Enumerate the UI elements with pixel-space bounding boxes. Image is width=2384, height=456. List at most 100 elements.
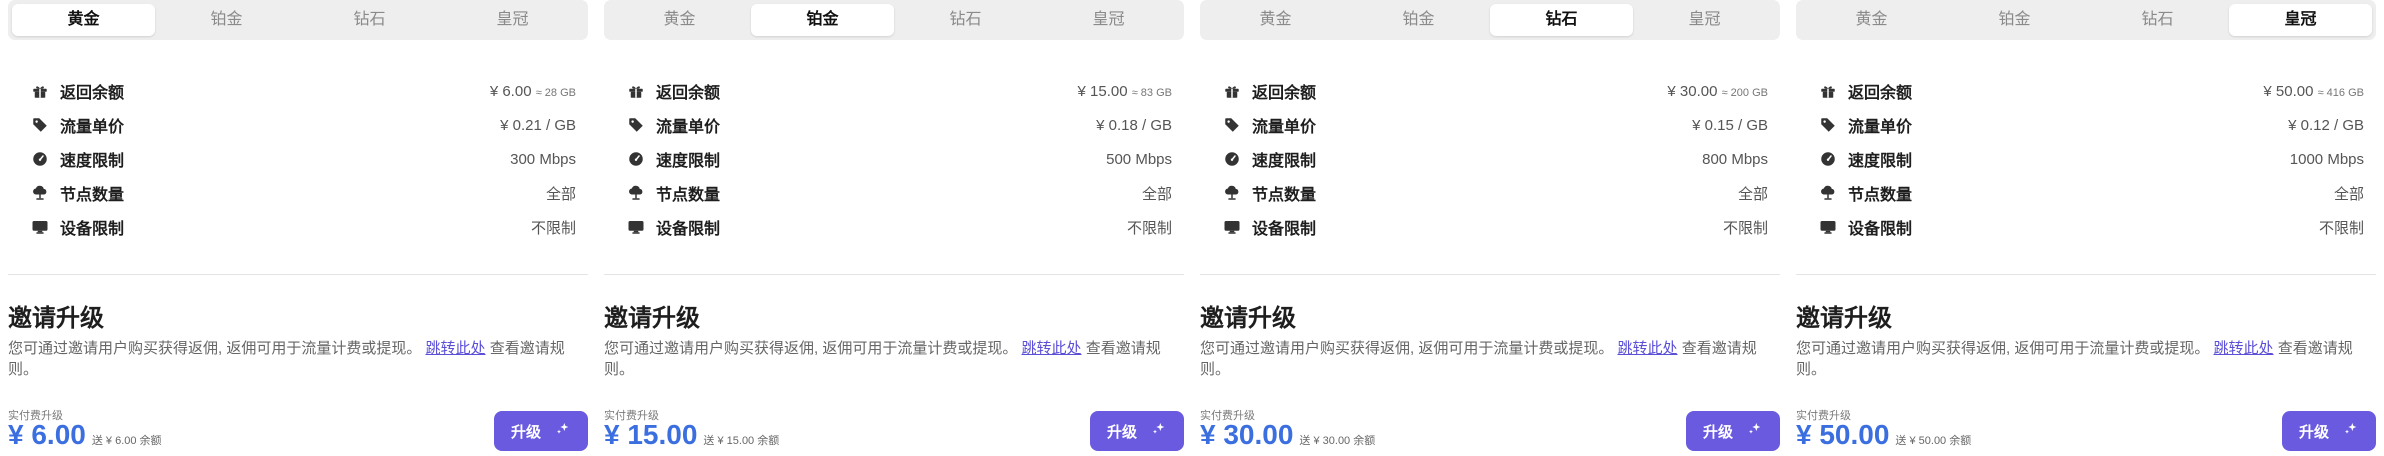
feature-value-group: 300 Mbps xyxy=(510,151,576,168)
feature-label: 节点数量 xyxy=(1848,187,1913,204)
feature-label: 返回余额 xyxy=(656,85,721,102)
invite-text: 您可通过邀请用户购买获得返佣, 返佣可用于流量计费或提现。 xyxy=(604,340,1018,357)
feature-value: 全部 xyxy=(545,185,576,203)
plan-tab[interactable]: 黄金 xyxy=(1800,4,1943,36)
feature-label: 流量单价 xyxy=(60,119,125,136)
feature-value: ¥ 15.00 xyxy=(1077,82,1128,100)
invite-rules-link[interactable]: 跳转此处 xyxy=(1022,340,1082,357)
sparkle-icon xyxy=(1747,421,1763,441)
feature-value: ¥ 0.12 / GB xyxy=(2288,116,2364,134)
feature-label: 流量单价 xyxy=(1252,119,1317,136)
feature-label: 流量单价 xyxy=(1848,119,1913,136)
plan-tab[interactable]: 钻石 xyxy=(2086,4,2229,36)
feature-value: 800 Mbps xyxy=(1702,150,1768,168)
upgrade-button[interactable]: 升级 xyxy=(1686,411,1780,451)
speedometer-icon xyxy=(30,149,50,169)
plan-tabs: 黄金 铂金 钻石 皇冠 xyxy=(1796,0,2376,40)
plan-price: ¥ 50.00 xyxy=(1796,419,1890,450)
plan-card: 黄金 铂金 钻石 皇冠 返回余额 ¥ 6.00 ≈ 28 GB 流量单价 ¥ 0.21… xyxy=(8,0,588,456)
invite-title: 邀请升级 xyxy=(1796,305,1892,332)
gift-icon xyxy=(1222,81,1242,101)
plan-tab[interactable]: 铂金 xyxy=(1943,4,2086,36)
feature-value-group: 全部 xyxy=(1738,183,1768,204)
monitor-icon xyxy=(1818,217,1838,237)
plan-tab[interactable]: 钻石 xyxy=(298,4,441,36)
feature-label: 速度限制 xyxy=(1848,153,1913,170)
feature-row: 流量单价 ¥ 0.21 / GB xyxy=(8,108,588,142)
feature-row: 返回余额 ¥ 30.00 ≈ 200 GB xyxy=(1200,74,1780,108)
feature-label: 设备限制 xyxy=(656,221,721,238)
feature-value-group: ¥ 30.00 ≈ 200 GB xyxy=(1667,83,1768,100)
plan-tab[interactable]: 皇冠 xyxy=(441,4,584,36)
divider xyxy=(1796,274,2376,275)
feature-value: ¥ 0.15 / GB xyxy=(1692,116,1768,134)
feature-value: 1000 Mbps xyxy=(2289,150,2364,168)
feature-value-group: 1000 Mbps xyxy=(2290,151,2364,168)
upgrade-button[interactable]: 升级 xyxy=(2282,411,2376,451)
feature-row: 节点数量 全部 xyxy=(604,176,1184,210)
plan-tab[interactable]: 皇冠 xyxy=(1037,4,1180,36)
feature-row: 流量单价 ¥ 0.12 / GB xyxy=(1796,108,2376,142)
feature-value: 全部 xyxy=(1737,185,1768,203)
tag-icon xyxy=(30,115,50,135)
feature-row: 流量单价 ¥ 0.18 / GB xyxy=(604,108,1184,142)
divider xyxy=(604,274,1184,275)
plan-tab[interactable]: 钻石 xyxy=(1490,4,1633,36)
plan-card: 黄金 铂金 钻石 皇冠 返回余额 ¥ 15.00 ≈ 83 GB 流量单价 ¥ 0.1… xyxy=(604,0,1184,456)
bonus-balance-note: 送 ¥ 30.00 余额 xyxy=(1299,435,1376,447)
feature-value-group: 全部 xyxy=(2334,183,2364,204)
plan-cards-container: 黄金 铂金 钻石 皇冠 返回余额 ¥ 6.00 ≈ 28 GB 流量单价 ¥ 0.21… xyxy=(0,0,2384,456)
price-row: ¥ 50.00 送 ¥ 50.00 余额 xyxy=(1796,419,1971,451)
sparkle-icon xyxy=(555,421,571,441)
feature-row: 节点数量 全部 xyxy=(1796,176,2376,210)
feature-label: 节点数量 xyxy=(60,187,125,204)
invite-rules-link[interactable]: 跳转此处 xyxy=(2214,340,2274,357)
feature-label: 返回余额 xyxy=(60,85,125,102)
plan-tab[interactable]: 铂金 xyxy=(751,4,894,36)
plan-tab[interactable]: 黄金 xyxy=(12,4,155,36)
cloud-node-icon xyxy=(30,183,50,203)
feature-value: ¥ 30.00 xyxy=(1667,82,1718,100)
upgrade-button[interactable]: 升级 xyxy=(1090,411,1184,451)
feature-row: 速度限制 500 Mbps xyxy=(604,142,1184,176)
plan-tab[interactable]: 铂金 xyxy=(1347,4,1490,36)
plan-tab[interactable]: 铂金 xyxy=(155,4,298,36)
monitor-icon xyxy=(1222,217,1242,237)
feature-row: 节点数量 全部 xyxy=(1200,176,1780,210)
plan-tab[interactable]: 黄金 xyxy=(1204,4,1347,36)
tag-icon xyxy=(1818,115,1838,135)
feature-row: 速度限制 800 Mbps xyxy=(1200,142,1780,176)
plan-card: 黄金 铂金 钻石 皇冠 返回余额 ¥ 30.00 ≈ 200 GB 流量单价 ¥ 0.… xyxy=(1200,0,1780,456)
bonus-balance-note: 送 ¥ 6.00 余额 xyxy=(91,435,162,447)
upgrade-button-label: 升级 xyxy=(1106,423,1137,441)
monitor-icon xyxy=(30,217,50,237)
plan-tab[interactable]: 黄金 xyxy=(608,4,751,36)
balance-traffic-equivalent: ≈ 83 GB xyxy=(1131,86,1172,99)
plan-tab[interactable]: 钻石 xyxy=(894,4,1037,36)
monitor-icon xyxy=(626,217,646,237)
feature-label: 设备限制 xyxy=(60,221,125,238)
upgrade-button-label: 升级 xyxy=(2298,423,2329,441)
plan-tab[interactable]: 皇冠 xyxy=(1633,4,1776,36)
feature-value-group: 全部 xyxy=(1142,183,1172,204)
bonus-balance-note: 送 ¥ 50.00 余额 xyxy=(1895,435,1972,447)
feature-row: 设备限制 不限制 xyxy=(8,210,588,244)
plan-tabs: 黄金 铂金 钻石 皇冠 xyxy=(1200,0,1780,40)
plan-tab[interactable]: 皇冠 xyxy=(2229,4,2372,36)
invite-rules-link[interactable]: 跳转此处 xyxy=(1618,340,1678,357)
feature-label: 设备限制 xyxy=(1252,221,1317,238)
invite-description: 您可通过邀请用户购买获得返佣, 返佣可用于流量计费或提现。 跳转此处 查看邀请规… xyxy=(1200,338,1760,380)
invite-text: 您可通过邀请用户购买获得返佣, 返佣可用于流量计费或提现。 xyxy=(8,340,422,357)
feature-value: 300 Mbps xyxy=(510,150,576,168)
plan-tabs: 黄金 铂金 钻石 皇冠 xyxy=(604,0,1184,40)
feature-label: 速度限制 xyxy=(60,153,125,170)
balance-traffic-equivalent: ≈ 416 GB xyxy=(2317,86,2364,99)
invite-rules-link[interactable]: 跳转此处 xyxy=(426,340,486,357)
feature-value-group: ¥ 0.12 / GB xyxy=(2288,117,2364,134)
feature-value: 不限制 xyxy=(1126,219,1172,237)
upgrade-button[interactable]: 升级 xyxy=(494,411,588,451)
sparkle-icon xyxy=(2343,421,2359,441)
feature-value: 500 Mbps xyxy=(1106,150,1172,168)
feature-label: 速度限制 xyxy=(656,153,721,170)
tag-icon xyxy=(1222,115,1242,135)
